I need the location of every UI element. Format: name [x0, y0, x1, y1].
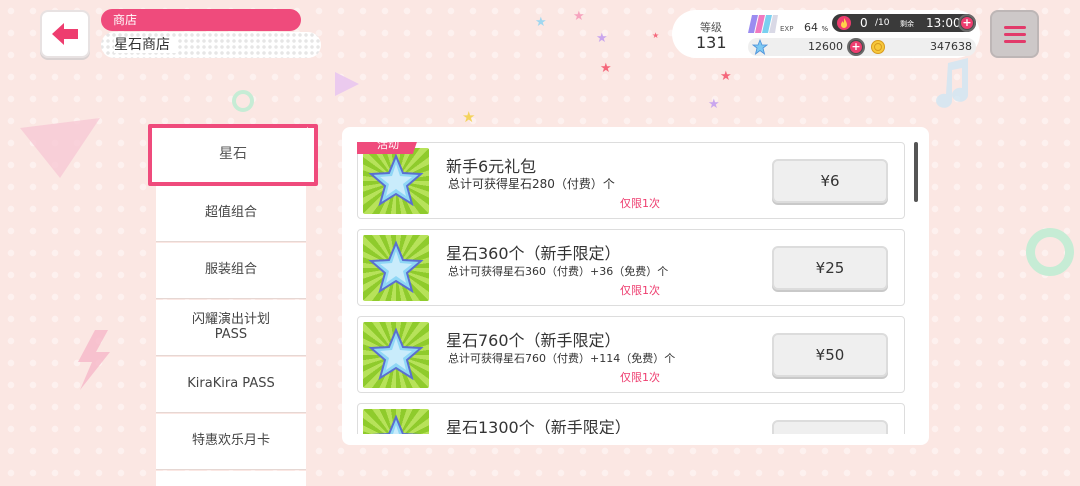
sparkle-decoration: ★ [596, 31, 608, 46]
product-description: 总计可获得星石760（付费）+114（免费）个 [448, 352, 676, 365]
exp-percent-value: 64 [804, 21, 818, 34]
purchase-limit: 仅限1次 [620, 284, 660, 297]
product-image [363, 235, 429, 301]
gem-count: 12600 [808, 40, 843, 53]
page-title: 星石商店 [114, 37, 176, 53]
sparkle-decoration: ★ [462, 108, 476, 126]
coin-icon [871, 40, 885, 54]
product-title: 星石360个（新手限定） [446, 244, 621, 263]
hamburger-line [1003, 32, 1026, 36]
exp-label: EXP [780, 25, 794, 33]
star-gem-icon [368, 327, 424, 381]
remaining-time: 13:00 [926, 16, 961, 30]
add-stamina-button[interactable]: + [958, 14, 976, 32]
product-title: 星石1300个（新手限定） [446, 418, 631, 434]
product-image [363, 409, 429, 434]
sidebar-item-monthly-card[interactable]: 特惠欢乐月卡 [156, 414, 306, 470]
sidebar-item-kirakira-pass[interactable]: KiraKira PASS [156, 357, 306, 413]
star-gem-icon [368, 240, 424, 294]
sparkle-decoration: ★ [708, 97, 720, 112]
ring-decoration [1026, 228, 1074, 276]
sparkle-decoration: ★ [573, 9, 585, 24]
hamburger-line [1003, 39, 1026, 43]
sidebar-item-star-stones[interactable]: 星石 [148, 124, 318, 186]
breadcrumb-parent: 商店 [101, 9, 301, 31]
flame-icon [837, 16, 851, 30]
music-note-decoration [936, 58, 969, 108]
stamina-max: /10 [875, 18, 890, 28]
buy-button[interactable] [772, 420, 888, 434]
product-card[interactable]: 星石760个（新手限定） 总计可获得星石760（付费）+114（免费）个 仅限1… [357, 316, 905, 393]
back-button[interactable] [40, 10, 90, 58]
exp-bar-icon [748, 15, 778, 33]
product-title: 新手6元礼包 [446, 157, 537, 176]
exp-percent: 64 % [804, 21, 828, 34]
product-list[interactable]: 活动 新手6元礼包 总计可获得星石280（付费）个 仅限1次 ¥6 星石360个… [357, 142, 905, 434]
page-title-container: 星石商店 [101, 32, 321, 58]
remaining-label: 剩余 [900, 20, 914, 28]
purchase-limit: 仅限1次 [620, 197, 660, 210]
star-gem-icon [752, 39, 768, 55]
product-card[interactable]: 活动 新手6元礼包 总计可获得星石280（付费）个 仅限1次 ¥6 [357, 142, 905, 219]
sparkle-decoration: ★ [720, 69, 732, 84]
product-description: 总计可获得星石280（付费）个 [448, 177, 615, 191]
product-image [363, 148, 429, 214]
lightning-decoration [78, 330, 110, 390]
scrollbar[interactable] [914, 142, 918, 202]
product-description: 总计可获得星石360（付费）+36（免费）个 [448, 265, 669, 278]
plus-icon: + [850, 40, 862, 53]
product-card[interactable]: 星石1300个（新手限定） [357, 403, 905, 434]
plus-icon: + [961, 16, 973, 29]
ring-decoration [232, 90, 254, 112]
menu-button[interactable] [990, 10, 1039, 58]
triangle-decoration [20, 118, 100, 178]
product-list-panel: 活动 新手6元礼包 总计可获得星石280（付费）个 仅限1次 ¥6 星石360个… [342, 127, 929, 445]
sparkle-decoration: ★ [600, 61, 612, 76]
sparkle-decoration: ★ [535, 15, 547, 30]
buy-button[interactable]: ¥25 [772, 246, 888, 290]
sidebar-item-live-pass[interactable]: 闪耀演出计划 PASS [156, 300, 306, 356]
hamburger-menu-icon [1003, 25, 1026, 29]
buy-button[interactable]: ¥6 [772, 159, 888, 203]
stamina-bar: 0 /10 剩余 13:00 [832, 14, 976, 32]
star-gem-icon [368, 153, 424, 207]
buy-button[interactable]: ¥50 [772, 333, 888, 377]
add-gems-button[interactable]: + [847, 38, 865, 56]
event-tag: 活动 [357, 142, 419, 154]
triangle-decoration [335, 72, 359, 96]
stamina-current: 0 [860, 16, 868, 30]
back-arrow-icon [52, 23, 78, 45]
coin-count: 347638 [930, 40, 972, 53]
player-status-panel: 等级 131 EXP 64 % 0 /10 剩余 13:00 + 12600 3… [672, 10, 980, 58]
star-gem-icon [370, 414, 422, 434]
level-value: 131 [696, 33, 727, 52]
sidebar-item-more[interactable] [156, 471, 306, 486]
sparkle-decoration: ★ [652, 31, 660, 40]
product-card[interactable]: 星石360个（新手限定） 总计可获得星石360（付费）+36（免费）个 仅限1次… [357, 229, 905, 306]
sidebar-item-costume-bundles[interactable]: 服装组合 [156, 243, 306, 299]
product-title: 星石760个（新手限定） [446, 331, 621, 350]
purchase-limit: 仅限1次 [620, 371, 660, 384]
sidebar-item-value-bundles[interactable]: 超值组合 [156, 186, 306, 242]
exp-percent-unit: % [821, 25, 829, 33]
product-image [363, 322, 429, 388]
breadcrumb: 商店 星石商店 [101, 9, 321, 59]
